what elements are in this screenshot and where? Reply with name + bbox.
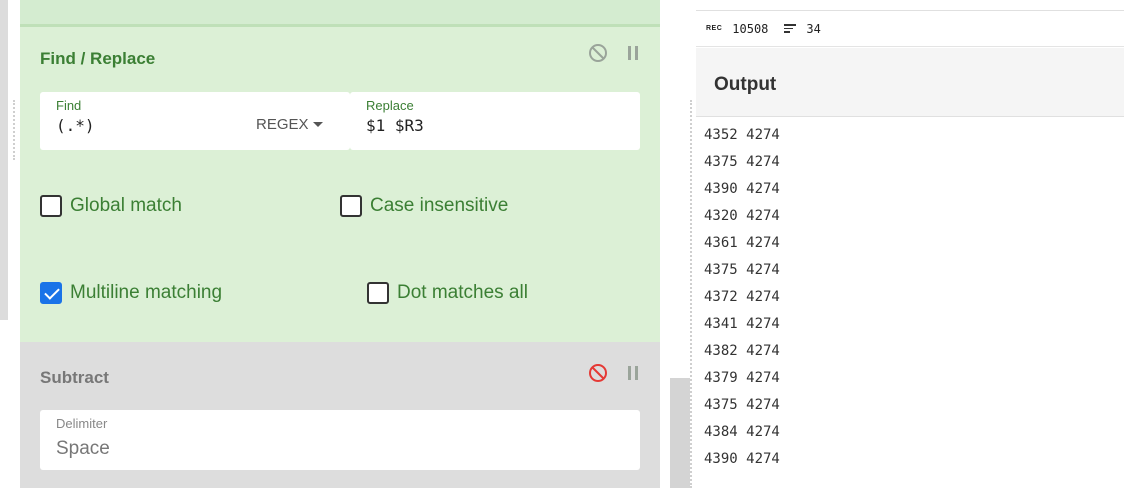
checkbox-box[interactable] (367, 282, 389, 304)
delimiter-field[interactable]: Delimiter Space (40, 410, 640, 470)
checkbox-label: Global match (70, 195, 182, 216)
checkbox-label: Multiline matching (70, 282, 223, 303)
output-line: 4379 4274 (704, 370, 780, 386)
delimiter-label: Delimiter (56, 416, 108, 431)
output-line: 4372 4274 (704, 289, 780, 305)
output-line: 4384 4274 (704, 424, 780, 440)
output-line: 4375 4274 (704, 154, 780, 170)
find-replace-operation: Find / Replace Find (.*) REGEX Replace $… (20, 27, 660, 342)
checkbox-label: Dot matches all (397, 282, 528, 303)
pane-splitter[interactable] (670, 378, 690, 488)
output-line: 4390 4274 (704, 181, 780, 197)
find-field[interactable]: Find (.*) REGEX (40, 92, 350, 150)
output-line: 4341 4274 (704, 316, 780, 332)
output-line: 4320 4274 (704, 208, 780, 224)
checkbox-label: Case insensitive (370, 195, 509, 216)
breakpoint-icon[interactable] (628, 46, 640, 60)
output-pane: REC 10508 34 Output 4352 4274 4375 4274 … (696, 0, 1124, 488)
length-icon: REC (706, 25, 723, 32)
input-length: 10508 (732, 21, 769, 36)
resize-handle-left[interactable] (13, 100, 17, 160)
resize-handle[interactable] (690, 100, 694, 488)
replace-label: Replace (366, 98, 414, 113)
find-mode-dropdown[interactable]: REGEX (256, 116, 323, 133)
find-mode-label: REGEX (256, 116, 309, 133)
output-header: Output (696, 48, 1124, 117)
recipe-panel: Find / Replace Find (.*) REGEX Replace $… (20, 0, 660, 488)
delimiter-select[interactable]: Space (56, 438, 110, 460)
input-stats-bar: REC 10508 34 (696, 11, 1124, 47)
multiline-matching-checkbox[interactable]: Multiline matching (40, 282, 222, 304)
output-text[interactable]: 4352 4274 4375 4274 4390 4274 4320 4274 … (704, 122, 780, 473)
replace-field[interactable]: Replace $1 $R3 (350, 92, 640, 150)
input-lines: 34 (806, 21, 821, 36)
subtract-operation: Subtract Delimiter Space (20, 342, 660, 488)
replace-input[interactable]: $1 $R3 (366, 116, 424, 135)
lines-icon (784, 24, 797, 33)
previous-operation-footer (20, 0, 660, 27)
chevron-down-icon (312, 122, 323, 127)
output-line: 4352 4274 (704, 127, 780, 143)
output-line: 4361 4274 (704, 235, 780, 251)
operation-title: Find / Replace (40, 49, 156, 68)
case-insensitive-checkbox[interactable]: Case insensitive (340, 195, 508, 217)
checkbox-box-checked[interactable] (40, 282, 62, 304)
disable-icon[interactable] (588, 43, 608, 63)
operation-title: Subtract (40, 368, 109, 387)
breakpoint-icon[interactable] (628, 366, 640, 380)
operation-controls (588, 363, 640, 383)
output-line: 4382 4274 (704, 343, 780, 359)
output-line: 4390 4274 (704, 451, 780, 467)
find-label: Find (56, 98, 82, 113)
find-input[interactable]: (.*) (56, 116, 95, 135)
checkbox-box[interactable] (40, 195, 62, 217)
left-scrollbar[interactable] (0, 0, 8, 320)
checkbox-box[interactable] (340, 195, 362, 217)
operation-controls (588, 43, 640, 63)
output-line: 4375 4274 (704, 397, 780, 413)
global-match-checkbox[interactable]: Global match (40, 195, 182, 217)
input-pane-edge (696, 0, 1124, 11)
disable-icon[interactable] (588, 363, 608, 383)
output-title: Output (714, 74, 777, 95)
dot-matches-all-checkbox[interactable]: Dot matches all (367, 282, 528, 304)
output-line: 4375 4274 (704, 262, 780, 278)
